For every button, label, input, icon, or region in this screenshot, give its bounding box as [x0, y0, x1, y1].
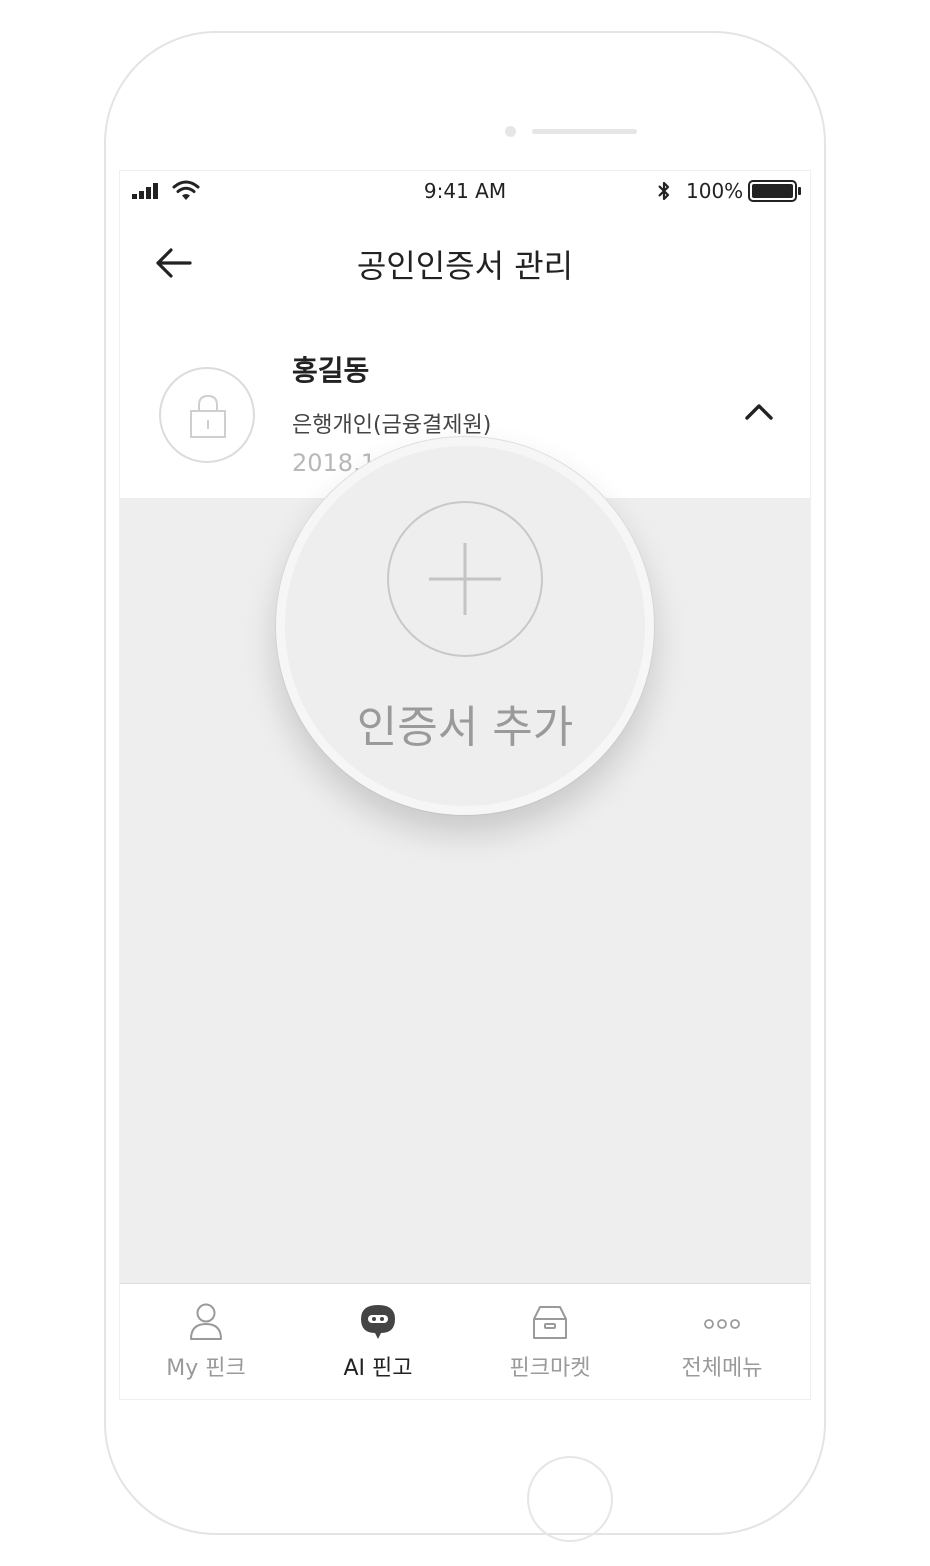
lock-icon [190, 394, 226, 438]
home-button[interactable] [527, 1456, 613, 1542]
battery-percentage: 100% [686, 179, 744, 203]
tab-all-menu[interactable]: 전체메뉴 [636, 1284, 808, 1399]
tab-label: 전체메뉴 [681, 1356, 763, 1381]
bluetooth-icon [658, 181, 670, 201]
tab-ai-pingo[interactable]: AI 핀고 [292, 1284, 464, 1399]
tab-label: My 핀크 [166, 1356, 246, 1381]
battery-icon [748, 180, 801, 202]
speaker-grille [532, 129, 637, 134]
tab-pinc-market[interactable]: 핀크마켓 [464, 1284, 636, 1399]
market-box-icon [533, 1306, 567, 1339]
magnifier-callout: 인증서 추가 [276, 437, 654, 815]
tab-my-pinc[interactable]: My 핀크 [120, 1284, 292, 1399]
more-dots-icon [704, 1319, 740, 1329]
chevron-up-icon[interactable] [744, 401, 774, 421]
tab-label: 핀크마켓 [509, 1356, 591, 1381]
tab-label: AI 핀고 [343, 1356, 413, 1381]
plus-icon [429, 543, 501, 615]
chatbot-icon [361, 1305, 395, 1339]
add-certificate-label[interactable]: 인증서 추가 [285, 691, 645, 755]
camera-dot [505, 126, 516, 137]
status-bar: 9:41 AM 100% [120, 171, 810, 211]
certificate-issuer: 은행개인(금융결제원) [292, 413, 492, 438]
certificate-owner-name: 홍길동 [292, 354, 370, 387]
add-certificate-button[interactable] [387, 501, 543, 657]
app-header: 공인인증서 관리 [120, 223, 810, 303]
page-title: 공인인증서 관리 [356, 247, 574, 285]
bottom-tab-bar: My 핀크 AI 핀고 핀크마켓 전체메뉴 [120, 1283, 810, 1399]
certificate-avatar [159, 367, 255, 463]
person-icon [190, 1303, 222, 1340]
